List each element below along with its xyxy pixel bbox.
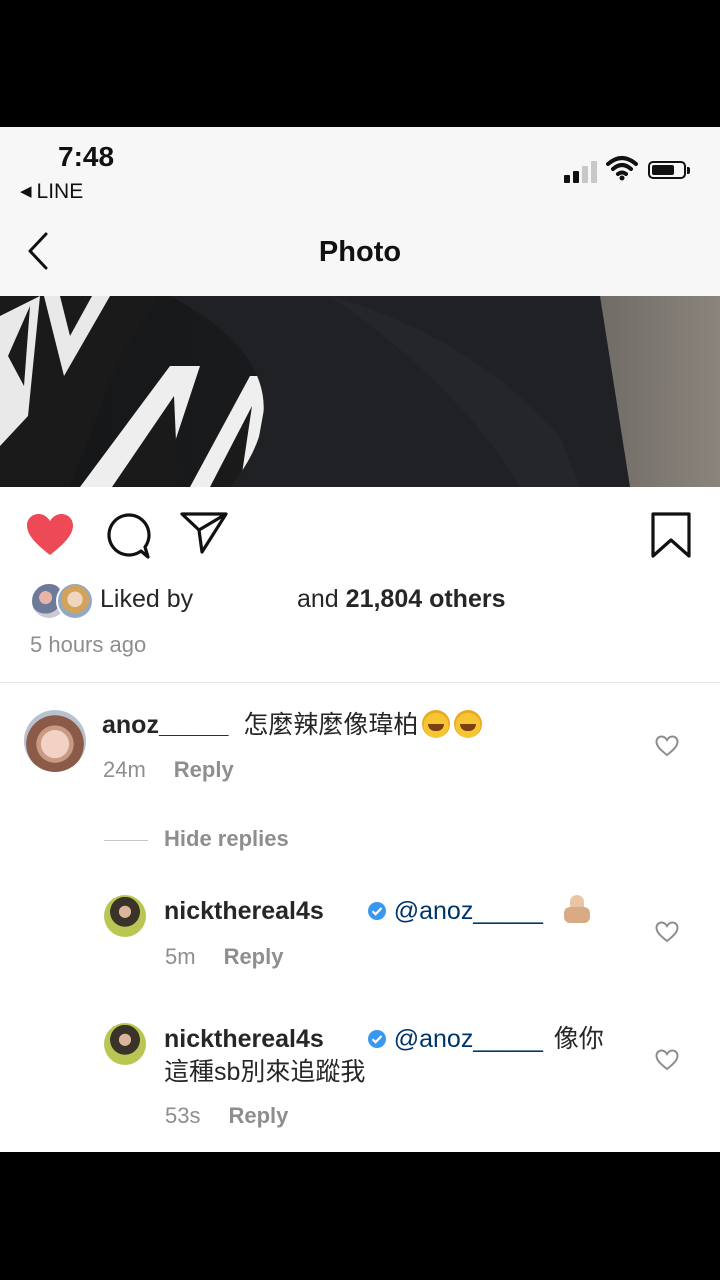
reply-line: nickthereal4s @anoz_____ 像你 bbox=[164, 1023, 604, 1056]
reply-button[interactable]: Reply bbox=[224, 944, 284, 969]
avatar[interactable] bbox=[104, 1023, 146, 1065]
reply-meta: 53s Reply bbox=[165, 1103, 288, 1129]
reply-button[interactable]: Reply bbox=[174, 757, 234, 782]
liked-and: and bbox=[297, 585, 339, 613]
reply-button[interactable]: Reply bbox=[228, 1103, 288, 1128]
reply-time: 53s bbox=[165, 1103, 201, 1128]
bookmark-icon[interactable] bbox=[651, 512, 691, 558]
divider bbox=[0, 682, 720, 683]
reply-text-line2: 這種sb別來追蹤我 bbox=[164, 1058, 366, 1086]
comment-meta: 24m Reply bbox=[103, 757, 234, 783]
instagram-screen: 7:48 ◀ LINE Photo Liked by and 21,804 ot… bbox=[0, 127, 720, 1152]
heart-outline-icon[interactable] bbox=[655, 735, 679, 757]
verified-icon bbox=[367, 902, 386, 920]
post-time: 5 hours ago bbox=[30, 632, 147, 657]
reply-meta: 5m Reply bbox=[165, 944, 283, 970]
comment-time: 24m bbox=[103, 757, 146, 782]
signal-icon bbox=[564, 159, 600, 183]
back-triangle-icon: ◀ bbox=[20, 183, 32, 200]
comment-text: 怎麼辣麼像瑋柏 bbox=[243, 711, 419, 739]
wifi-icon bbox=[606, 156, 638, 181]
post-action-bar bbox=[0, 507, 720, 567]
page-title: Photo bbox=[318, 236, 402, 268]
heart-icon[interactable] bbox=[26, 513, 74, 557]
heart-outline-icon[interactable] bbox=[655, 1049, 679, 1071]
back-to-app-link[interactable]: ◀ LINE bbox=[20, 180, 83, 204]
status-and-nav-bar: 7:48 ◀ LINE Photo bbox=[0, 127, 720, 297]
hide-replies-line bbox=[104, 840, 148, 841]
laughing-emoji-icon bbox=[454, 710, 483, 738]
verified-icon bbox=[367, 1030, 386, 1048]
liked-by-label: Liked by bbox=[100, 585, 194, 613]
comment-line: anoz_____ 怎麼辣麼像瑋柏 bbox=[102, 709, 483, 742]
liked-count-label: and 21,804 others bbox=[297, 585, 506, 614]
post-photo[interactable] bbox=[0, 296, 720, 487]
reply-username[interactable]: nickthereal4s bbox=[164, 1025, 324, 1053]
avatar[interactable] bbox=[104, 895, 146, 937]
liker-avatars bbox=[30, 582, 94, 620]
battery-icon bbox=[648, 161, 690, 179]
status-time: 7:48 bbox=[58, 141, 115, 172]
reply-mention[interactable]: @anoz_____ bbox=[394, 1025, 543, 1053]
heart-outline-icon[interactable] bbox=[655, 921, 679, 943]
reply-line: nickthereal4s @anoz_____ bbox=[164, 895, 590, 928]
back-app-label: LINE bbox=[36, 180, 84, 203]
liked-count: 21,804 others bbox=[345, 585, 506, 613]
reply-username[interactable]: nickthereal4s bbox=[164, 897, 324, 925]
laughing-emoji-icon bbox=[422, 710, 451, 738]
avatar bbox=[56, 582, 94, 620]
avatar[interactable] bbox=[24, 710, 86, 772]
reply-time: 5m bbox=[165, 944, 196, 969]
photo-graphic bbox=[0, 296, 630, 487]
reply-text-line1: 像你 bbox=[553, 1025, 604, 1053]
hide-replies-button[interactable]: Hide replies bbox=[164, 826, 289, 852]
reply-mention[interactable]: @anoz_____ bbox=[394, 897, 543, 925]
share-icon[interactable] bbox=[180, 511, 228, 555]
middle-finger-emoji-icon bbox=[563, 895, 590, 923]
comment-username[interactable]: anoz_____ bbox=[102, 711, 228, 739]
comment-icon[interactable] bbox=[105, 513, 151, 559]
